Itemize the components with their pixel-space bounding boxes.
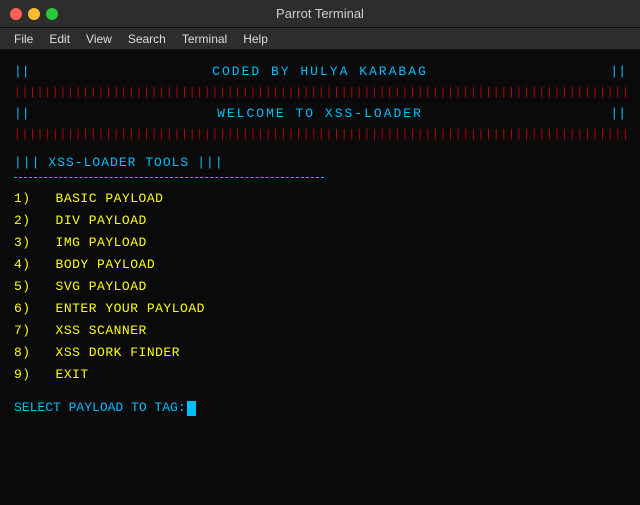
minimize-button[interactable] [28, 8, 40, 20]
menu-view[interactable]: View [80, 30, 118, 48]
item-label: SVG PAYLOAD [56, 279, 147, 294]
item-label: ENTER YOUR PAYLOAD [56, 301, 205, 316]
menubar: File Edit View Search Terminal Help [0, 28, 640, 50]
red-bar-text-1: ||||||||||||||||||||||||||||||||||||||||… [14, 87, 626, 99]
cursor [187, 401, 196, 416]
menu-file[interactable]: File [8, 30, 39, 48]
item-label: BASIC PAYLOAD [56, 191, 164, 206]
item-label: XSS SCANNER [56, 323, 147, 338]
close-button[interactable] [10, 8, 22, 20]
menu-help[interactable]: Help [237, 30, 274, 48]
menu-search[interactable]: Search [122, 30, 172, 48]
item-num: 7) [14, 323, 31, 338]
item-label: IMG PAYLOAD [56, 235, 147, 250]
item-num: 8) [14, 345, 31, 360]
tools-header: ||| XSS-LOADER TOOLS ||| [14, 153, 626, 173]
item-label: XSS DORK FINDER [56, 345, 181, 360]
item-num: 9) [14, 367, 31, 382]
red-bars-1: ||||||||||||||||||||||||||||||||||||||||… [14, 85, 626, 102]
pipes-right-2: || [610, 104, 626, 124]
list-item[interactable]: 9) EXIT [14, 364, 626, 386]
item-label: DIV PAYLOAD [56, 213, 147, 228]
item-num: 3) [14, 235, 31, 250]
coded-by-line: || CODED BY HULYA KARABAG || [14, 62, 626, 82]
red-bar-text-2: ||||||||||||||||||||||||||||||||||||||||… [14, 129, 626, 141]
traffic-lights [0, 8, 58, 20]
item-num: 2) [14, 213, 31, 228]
list-item[interactable]: 4) BODY PAYLOAD [14, 254, 626, 276]
pipes-right-1: || [610, 62, 626, 82]
welcome-line: || WELCOME TO XSS-LOADER || [14, 104, 626, 124]
pipes-left-2: || [14, 104, 30, 124]
list-item[interactable]: 8) XSS DORK FINDER [14, 342, 626, 364]
menu-edit[interactable]: Edit [43, 30, 76, 48]
item-num: 1) [14, 191, 31, 206]
prompt-line[interactable]: SELECT PAYLOAD TO TAG: [14, 398, 626, 418]
payload-menu: 1) BASIC PAYLOAD 2) DIV PAYLOAD 3) IMG P… [14, 188, 626, 387]
maximize-button[interactable] [46, 8, 58, 20]
list-item[interactable]: 7) XSS SCANNER [14, 320, 626, 342]
menu-terminal[interactable]: Terminal [176, 30, 233, 48]
item-num: 6) [14, 301, 31, 316]
item-label: EXIT [56, 367, 89, 382]
coded-by-text: CODED BY HULYA KARABAG [30, 62, 611, 82]
terminal-content: || CODED BY HULYA KARABAG || |||||||||||… [0, 50, 640, 505]
tools-label: XSS-LOADER TOOLS [48, 153, 189, 173]
welcome-text: WELCOME TO XSS-LOADER [30, 104, 611, 124]
window-title: Parrot Terminal [276, 6, 364, 21]
tools-pipes-left: ||| [14, 153, 40, 173]
item-num: 5) [14, 279, 31, 294]
item-num: 4) [14, 257, 31, 272]
red-bars-2: ||||||||||||||||||||||||||||||||||||||||… [14, 127, 626, 144]
pipes-left-1: || [14, 62, 30, 82]
item-label: BODY PAYLOAD [56, 257, 156, 272]
list-item[interactable]: 6) ENTER YOUR PAYLOAD [14, 298, 626, 320]
list-item[interactable]: 1) BASIC PAYLOAD [14, 188, 626, 210]
prompt-text: SELECT PAYLOAD TO TAG: [14, 398, 186, 418]
list-item[interactable]: 3) IMG PAYLOAD [14, 232, 626, 254]
list-item[interactable]: 2) DIV PAYLOAD [14, 210, 626, 232]
tools-pipes-right: ||| [197, 153, 223, 173]
list-item[interactable]: 5) SVG PAYLOAD [14, 276, 626, 298]
titlebar: Parrot Terminal [0, 0, 640, 28]
dashed-separator [14, 177, 324, 178]
